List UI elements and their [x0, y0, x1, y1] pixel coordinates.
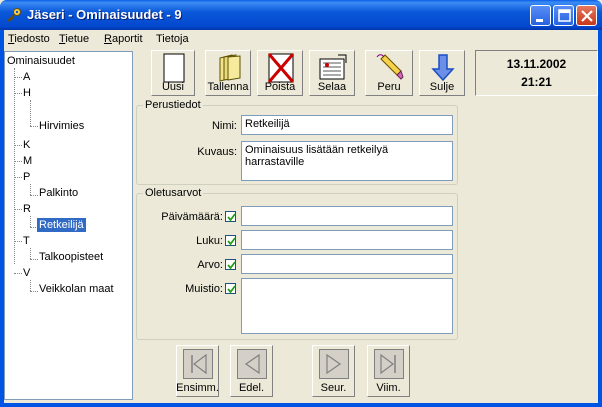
- client-area: Tiedosto Tietue Raportit Tietoja Ominais…: [4, 30, 598, 403]
- save-folder-icon: [219, 54, 241, 82]
- menu-tiedosto[interactable]: Tiedosto: [8, 33, 50, 45]
- minimize-button[interactable]: [530, 5, 551, 26]
- tree-item[interactable]: Talkoopisteet: [39, 250, 103, 264]
- tree-item[interactable]: Palkinto: [39, 186, 78, 200]
- tree-connector: [14, 177, 22, 178]
- properties-tree[interactable]: Ominaisuudet A H Hirvimies K M P Palkint…: [4, 51, 133, 400]
- checkmark-icon: [227, 237, 236, 246]
- checkmark-icon: [227, 213, 236, 222]
- undo-button[interactable]: Peru: [365, 50, 413, 96]
- value-field[interactable]: [241, 254, 453, 274]
- tree-item[interactable]: H: [23, 86, 31, 100]
- name-field[interactable]: Retkeilijä: [241, 115, 453, 135]
- tree-connector: [14, 68, 15, 264]
- value-label: Arvo:: [197, 259, 223, 271]
- tree-item[interactable]: V: [23, 266, 30, 280]
- tree-connector: [14, 93, 22, 94]
- tree-connector: [30, 100, 31, 126]
- description-field[interactable]: Ominaisuus lisätään retkeilyä harrastavi…: [241, 141, 453, 181]
- browse-list-icon: [319, 54, 347, 80]
- window-title: Jäseri - Ominaisuudet - 9: [27, 7, 182, 22]
- tree-root[interactable]: Ominaisuudet: [7, 54, 75, 68]
- tree-connector: [30, 291, 38, 292]
- key-icon: [7, 8, 21, 22]
- default-values-group: Oletusarvot Päivämäärä: Luku: Arvo: Muis…: [136, 187, 458, 340]
- date-label: Päivämäärä:: [161, 211, 223, 223]
- maximize-icon: [558, 9, 571, 22]
- menu-tietoja[interactable]: Tietoja: [156, 33, 189, 45]
- toolbar: Uusi Tallenna Poista Selaa Peru Sulje: [137, 50, 477, 97]
- menu-bar: Tiedosto Tietue Raportit Tietoja: [4, 30, 598, 49]
- close-button[interactable]: [576, 5, 597, 26]
- next-record-button[interactable]: Seur.: [312, 345, 355, 397]
- time-text: 21:21: [521, 75, 552, 89]
- close-icon: [581, 10, 593, 22]
- tree-connector: [14, 209, 22, 210]
- value-checkbox[interactable]: [225, 259, 236, 270]
- tree-connector: [30, 195, 38, 196]
- tree-connector: [14, 145, 22, 146]
- basic-info-group: Perustiedot Nimi: Retkeilijä Kuvaus: Omi…: [136, 99, 458, 185]
- previous-record-icon: [237, 349, 267, 379]
- delete-x-icon: [267, 53, 295, 83]
- close-form-button[interactable]: Sulje: [419, 50, 465, 96]
- memo-label: Muistio:: [185, 283, 223, 295]
- title-bar[interactable]: Jäseri - Ominaisuudet - 9: [0, 0, 602, 30]
- checkmark-icon: [227, 285, 236, 294]
- menu-raportit[interactable]: Raportit: [104, 33, 143, 45]
- number-field[interactable]: [241, 230, 453, 250]
- tree-item[interactable]: Veikkolan maat: [39, 282, 114, 296]
- maximize-button[interactable]: [553, 5, 574, 26]
- browse-button[interactable]: Selaa: [309, 50, 355, 96]
- tree-item[interactable]: K: [23, 138, 30, 152]
- next-record-icon: [319, 349, 349, 379]
- last-record-button[interactable]: Viim.: [367, 345, 410, 397]
- tree-connector: [14, 77, 22, 78]
- tree-item[interactable]: A: [23, 70, 30, 84]
- group-title: Perustiedot: [143, 99, 203, 111]
- tree-connector: [30, 248, 31, 259]
- date-checkbox[interactable]: [225, 211, 236, 222]
- save-button[interactable]: Tallenna: [205, 50, 251, 96]
- delete-button[interactable]: Poista: [257, 50, 303, 96]
- name-label: Nimi:: [211, 120, 237, 132]
- tree-connector: [30, 184, 31, 195]
- number-label: Luku:: [196, 235, 223, 247]
- date-text: 13.11.2002: [506, 57, 567, 71]
- last-record-icon: [374, 349, 404, 379]
- tree-connector: [30, 259, 38, 260]
- tree-connector: [30, 280, 31, 291]
- date-time-display: 13.11.2002 21:21: [475, 50, 598, 96]
- tree-connector: [30, 126, 38, 127]
- group-title: Oletusarvot: [143, 187, 204, 199]
- close-arrow-down-icon: [431, 54, 455, 82]
- new-button[interactable]: Uusi: [151, 50, 195, 96]
- tree-item[interactable]: R: [23, 202, 31, 216]
- date-field[interactable]: [241, 206, 453, 226]
- application-window: Jäseri - Ominaisuudet - 9 Tiedosto Tietu…: [0, 0, 602, 407]
- tree-item[interactable]: Hirvimies: [39, 119, 84, 133]
- tree-item-selected[interactable]: Retkeilijä: [37, 218, 86, 232]
- tree-connector: [14, 273, 22, 274]
- tree-item[interactable]: P: [23, 170, 30, 184]
- tree-item[interactable]: T: [23, 234, 30, 248]
- previous-record-button[interactable]: Edel.: [230, 345, 273, 397]
- checkmark-icon: [227, 261, 236, 270]
- new-document-icon: [163, 53, 185, 83]
- first-record-button[interactable]: Ensimm.: [176, 345, 219, 397]
- first-record-icon: [183, 349, 213, 379]
- number-checkbox[interactable]: [225, 235, 236, 246]
- tree-item[interactable]: M: [23, 154, 32, 168]
- tree-connector: [14, 161, 22, 162]
- tree-connector: [30, 216, 31, 227]
- memo-checkbox[interactable]: [225, 283, 236, 294]
- description-label: Kuvaus:: [197, 146, 237, 158]
- memo-field[interactable]: [241, 278, 453, 334]
- menu-tietue[interactable]: Tietue: [59, 33, 89, 45]
- tree-connector: [14, 241, 22, 242]
- undo-eraser-icon: [376, 54, 404, 80]
- minimize-icon: [536, 19, 543, 22]
